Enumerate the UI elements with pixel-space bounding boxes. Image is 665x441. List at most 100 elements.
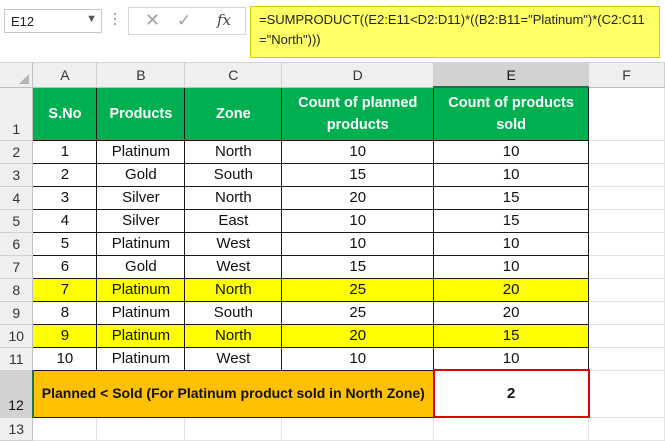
- result-cell[interactable]: 2: [432, 369, 590, 418]
- zone-cell[interactable]: North: [184, 139, 283, 164]
- column-header-d[interactable]: D: [281, 63, 435, 88]
- zone-cell[interactable]: West: [184, 346, 283, 371]
- sno-cell[interactable]: 5: [32, 231, 98, 256]
- planned-cell[interactable]: 25: [281, 277, 435, 302]
- header-cell-sold[interactable]: Count of products sold: [433, 86, 590, 141]
- row-header-11[interactable]: 11: [0, 347, 34, 371]
- sold-cell[interactable]: 20: [433, 277, 590, 302]
- zone-cell[interactable]: West: [184, 254, 283, 279]
- sno-cell[interactable]: 7: [32, 277, 98, 302]
- column-header-a[interactable]: A: [32, 63, 98, 88]
- zone-cell[interactable]: South: [184, 300, 283, 325]
- header-cell-sno[interactable]: S.No: [32, 86, 98, 141]
- zone-cell[interactable]: North: [184, 323, 283, 348]
- sold-cell[interactable]: 10: [433, 162, 590, 187]
- column-header-c[interactable]: C: [184, 63, 283, 88]
- product-cell[interactable]: Platinum: [96, 346, 186, 371]
- row-header-7[interactable]: 7: [0, 255, 34, 279]
- planned-cell[interactable]: 15: [281, 162, 435, 187]
- product-cell[interactable]: Silver: [96, 208, 186, 233]
- product-cell[interactable]: Platinum: [96, 300, 186, 325]
- empty-cell[interactable]: [184, 417, 283, 441]
- row-header-1[interactable]: 1: [0, 87, 34, 141]
- empty-cell[interactable]: [588, 87, 665, 141]
- sno-cell[interactable]: 1: [32, 139, 98, 164]
- zone-cell[interactable]: East: [184, 208, 283, 233]
- sno-cell[interactable]: 10: [32, 346, 98, 371]
- empty-cell[interactable]: [281, 417, 435, 441]
- row-header-12[interactable]: 12: [0, 370, 34, 418]
- sno-cell[interactable]: 6: [32, 254, 98, 279]
- row-header-13[interactable]: 13: [0, 417, 34, 441]
- product-cell[interactable]: Silver: [96, 185, 186, 210]
- planned-cell[interactable]: 25: [281, 300, 435, 325]
- planned-cell[interactable]: 10: [281, 346, 435, 371]
- column-header-e[interactable]: E: [433, 63, 590, 88]
- formula-input[interactable]: =SUMPRODUCT((E2:E11<D2:D11)*((B2:B11="Pl…: [250, 6, 660, 58]
- zone-cell[interactable]: North: [184, 185, 283, 210]
- product-cell[interactable]: Platinum: [96, 231, 186, 256]
- row-header-6[interactable]: 6: [0, 232, 34, 256]
- empty-cell[interactable]: [588, 232, 665, 256]
- row-header-5[interactable]: 5: [0, 209, 34, 233]
- empty-cell[interactable]: [433, 417, 590, 441]
- row-header-4[interactable]: 4: [0, 186, 34, 210]
- empty-cell[interactable]: [588, 370, 665, 418]
- product-cell[interactable]: Platinum: [96, 277, 186, 302]
- row-header-2[interactable]: 2: [0, 140, 34, 164]
- header-cell-zone[interactable]: Zone: [184, 86, 283, 141]
- planned-cell[interactable]: 20: [281, 323, 435, 348]
- product-cell[interactable]: Platinum: [96, 323, 186, 348]
- empty-cell[interactable]: [588, 209, 665, 233]
- enter-icon[interactable]: ✓: [177, 11, 191, 31]
- planned-cell[interactable]: 10: [281, 139, 435, 164]
- summary-label-cell[interactable]: Planned < Sold (For Platinum product sol…: [32, 369, 435, 418]
- zone-cell[interactable]: West: [184, 231, 283, 256]
- sno-cell[interactable]: 8: [32, 300, 98, 325]
- sold-cell[interactable]: 15: [433, 185, 590, 210]
- planned-cell[interactable]: 10: [281, 231, 435, 256]
- row-header-9[interactable]: 9: [0, 301, 34, 325]
- sold-cell[interactable]: 10: [433, 139, 590, 164]
- row-header-3[interactable]: 3: [0, 163, 34, 187]
- zone-cell[interactable]: North: [184, 277, 283, 302]
- empty-cell[interactable]: [588, 163, 665, 187]
- column-header-b[interactable]: B: [96, 63, 186, 88]
- empty-cell[interactable]: [96, 417, 186, 441]
- header-cell-products[interactable]: Products: [96, 86, 186, 141]
- product-cell[interactable]: Platinum: [96, 139, 186, 164]
- sold-cell[interactable]: 15: [433, 208, 590, 233]
- empty-cell[interactable]: [588, 278, 665, 302]
- column-header-f[interactable]: F: [588, 63, 665, 88]
- sold-cell[interactable]: 15: [433, 323, 590, 348]
- empty-cell[interactable]: [588, 347, 665, 371]
- empty-cell[interactable]: [588, 186, 665, 210]
- product-cell[interactable]: Gold: [96, 162, 186, 187]
- empty-cell[interactable]: [588, 301, 665, 325]
- sno-cell[interactable]: 4: [32, 208, 98, 233]
- select-all-corner[interactable]: [0, 63, 34, 88]
- cancel-icon[interactable]: ✕: [145, 10, 160, 31]
- chevron-down-icon[interactable]: ▼: [86, 13, 97, 25]
- row-header-8[interactable]: 8: [0, 278, 34, 302]
- empty-cell[interactable]: [32, 417, 98, 441]
- zone-cell[interactable]: South: [184, 162, 283, 187]
- empty-cell[interactable]: [588, 417, 665, 441]
- sno-cell[interactable]: 9: [32, 323, 98, 348]
- sold-cell[interactable]: 20: [433, 300, 590, 325]
- empty-cell[interactable]: [588, 324, 665, 348]
- product-cell[interactable]: Gold: [96, 254, 186, 279]
- row-header-10[interactable]: 10: [0, 324, 34, 348]
- planned-cell[interactable]: 10: [281, 208, 435, 233]
- empty-cell[interactable]: [588, 140, 665, 164]
- sno-cell[interactable]: 3: [32, 185, 98, 210]
- insert-function-icon[interactable]: fx: [217, 11, 231, 29]
- empty-cell[interactable]: [588, 255, 665, 279]
- header-cell-planned[interactable]: Count of planned products: [281, 86, 435, 141]
- sold-cell[interactable]: 10: [433, 346, 590, 371]
- planned-cell[interactable]: 20: [281, 185, 435, 210]
- name-box[interactable]: E12 ▼: [4, 9, 102, 33]
- planned-cell[interactable]: 15: [281, 254, 435, 279]
- sold-cell[interactable]: 10: [433, 231, 590, 256]
- drag-handle-icon[interactable]: [114, 10, 118, 30]
